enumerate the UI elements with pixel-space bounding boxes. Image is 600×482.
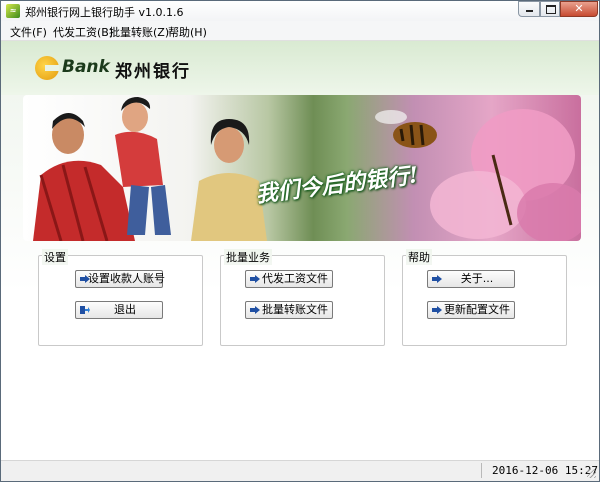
mother-head	[214, 127, 244, 163]
close-icon: ✕	[574, 2, 584, 15]
bee-body	[393, 122, 437, 148]
resize-grip-icon[interactable]	[587, 469, 596, 478]
arrow-right-icon	[250, 275, 260, 283]
banner-illustration	[33, 97, 581, 241]
status-bar: 2016-12-06 15:27:38	[1, 460, 599, 481]
menu-help[interactable]: 帮助(H)	[168, 24, 207, 40]
flower-petal	[430, 171, 526, 239]
menu-salary[interactable]: 代发工资(B)	[53, 24, 113, 40]
child-head	[122, 102, 148, 132]
child-jeans	[127, 185, 171, 235]
settings-group: 设置收款人账号 退出	[38, 255, 203, 346]
banner-image: 我们今后的银行!	[23, 95, 581, 241]
header-bar: Bank 郑州银行	[1, 41, 599, 95]
update-config-button[interactable]: 更新配置文件	[427, 301, 515, 319]
arrow-right-icon	[80, 275, 90, 283]
close-button[interactable]: ✕	[560, 1, 598, 17]
app-window: ≈ 郑州银行网上银行助手 v1.0.1.6 ✕ 文件(F) 代发工资(B) 批量…	[0, 0, 600, 482]
batch-business-group-title: 批量业务	[224, 249, 272, 265]
arrow-right-icon	[250, 306, 260, 314]
menu-bar: 文件(F) 代发工资(B) 批量转账(Z) 帮助(H)	[1, 21, 599, 41]
salary-file-button[interactable]: 代发工资文件	[245, 270, 333, 288]
bank-logo-brand: Bank	[62, 57, 110, 77]
child-shirt	[115, 131, 163, 187]
bee-wing	[375, 110, 407, 124]
maximize-icon	[546, 5, 556, 14]
batch-business-group: 代发工资文件 批量转账文件	[220, 255, 385, 346]
app-icon: ≈	[6, 4, 20, 18]
window-title: 郑州银行网上银行助手 v1.0.1.6	[25, 6, 184, 19]
settings-group-title: 设置	[42, 249, 68, 265]
batch-transfer-file-button[interactable]: 批量转账文件	[245, 301, 333, 319]
set-payee-account-button[interactable]: 设置收款人账号	[75, 270, 165, 288]
menu-batch-transfer[interactable]: 批量转账(Z)	[109, 24, 169, 40]
title-bar[interactable]: ≈ 郑州银行网上银行助手 v1.0.1.6 ✕	[1, 1, 599, 21]
about-button[interactable]: 关于...	[427, 270, 515, 288]
menu-file[interactable]: 文件(F)	[10, 24, 47, 40]
arrow-right-icon	[432, 275, 442, 283]
maximize-button[interactable]	[540, 1, 560, 17]
help-group: 关于... 更新配置文件	[402, 255, 567, 346]
bank-logo-name: 郑州银行	[115, 62, 191, 82]
main-content: Bank 郑州银行 我们今后的银行! 设置收款人账号 退出 设置 代发工资文件 …	[1, 41, 599, 460]
minimize-button[interactable]	[518, 1, 540, 17]
status-datetime: 2016-12-06 15:27:38	[481, 463, 599, 478]
minimize-icon	[526, 10, 533, 12]
bank-logo-icon	[35, 56, 59, 80]
arrow-right-icon	[432, 306, 442, 314]
help-group-title: 帮助	[406, 249, 432, 265]
exit-button[interactable]: 退出	[75, 301, 163, 319]
exit-door-icon	[80, 306, 90, 314]
